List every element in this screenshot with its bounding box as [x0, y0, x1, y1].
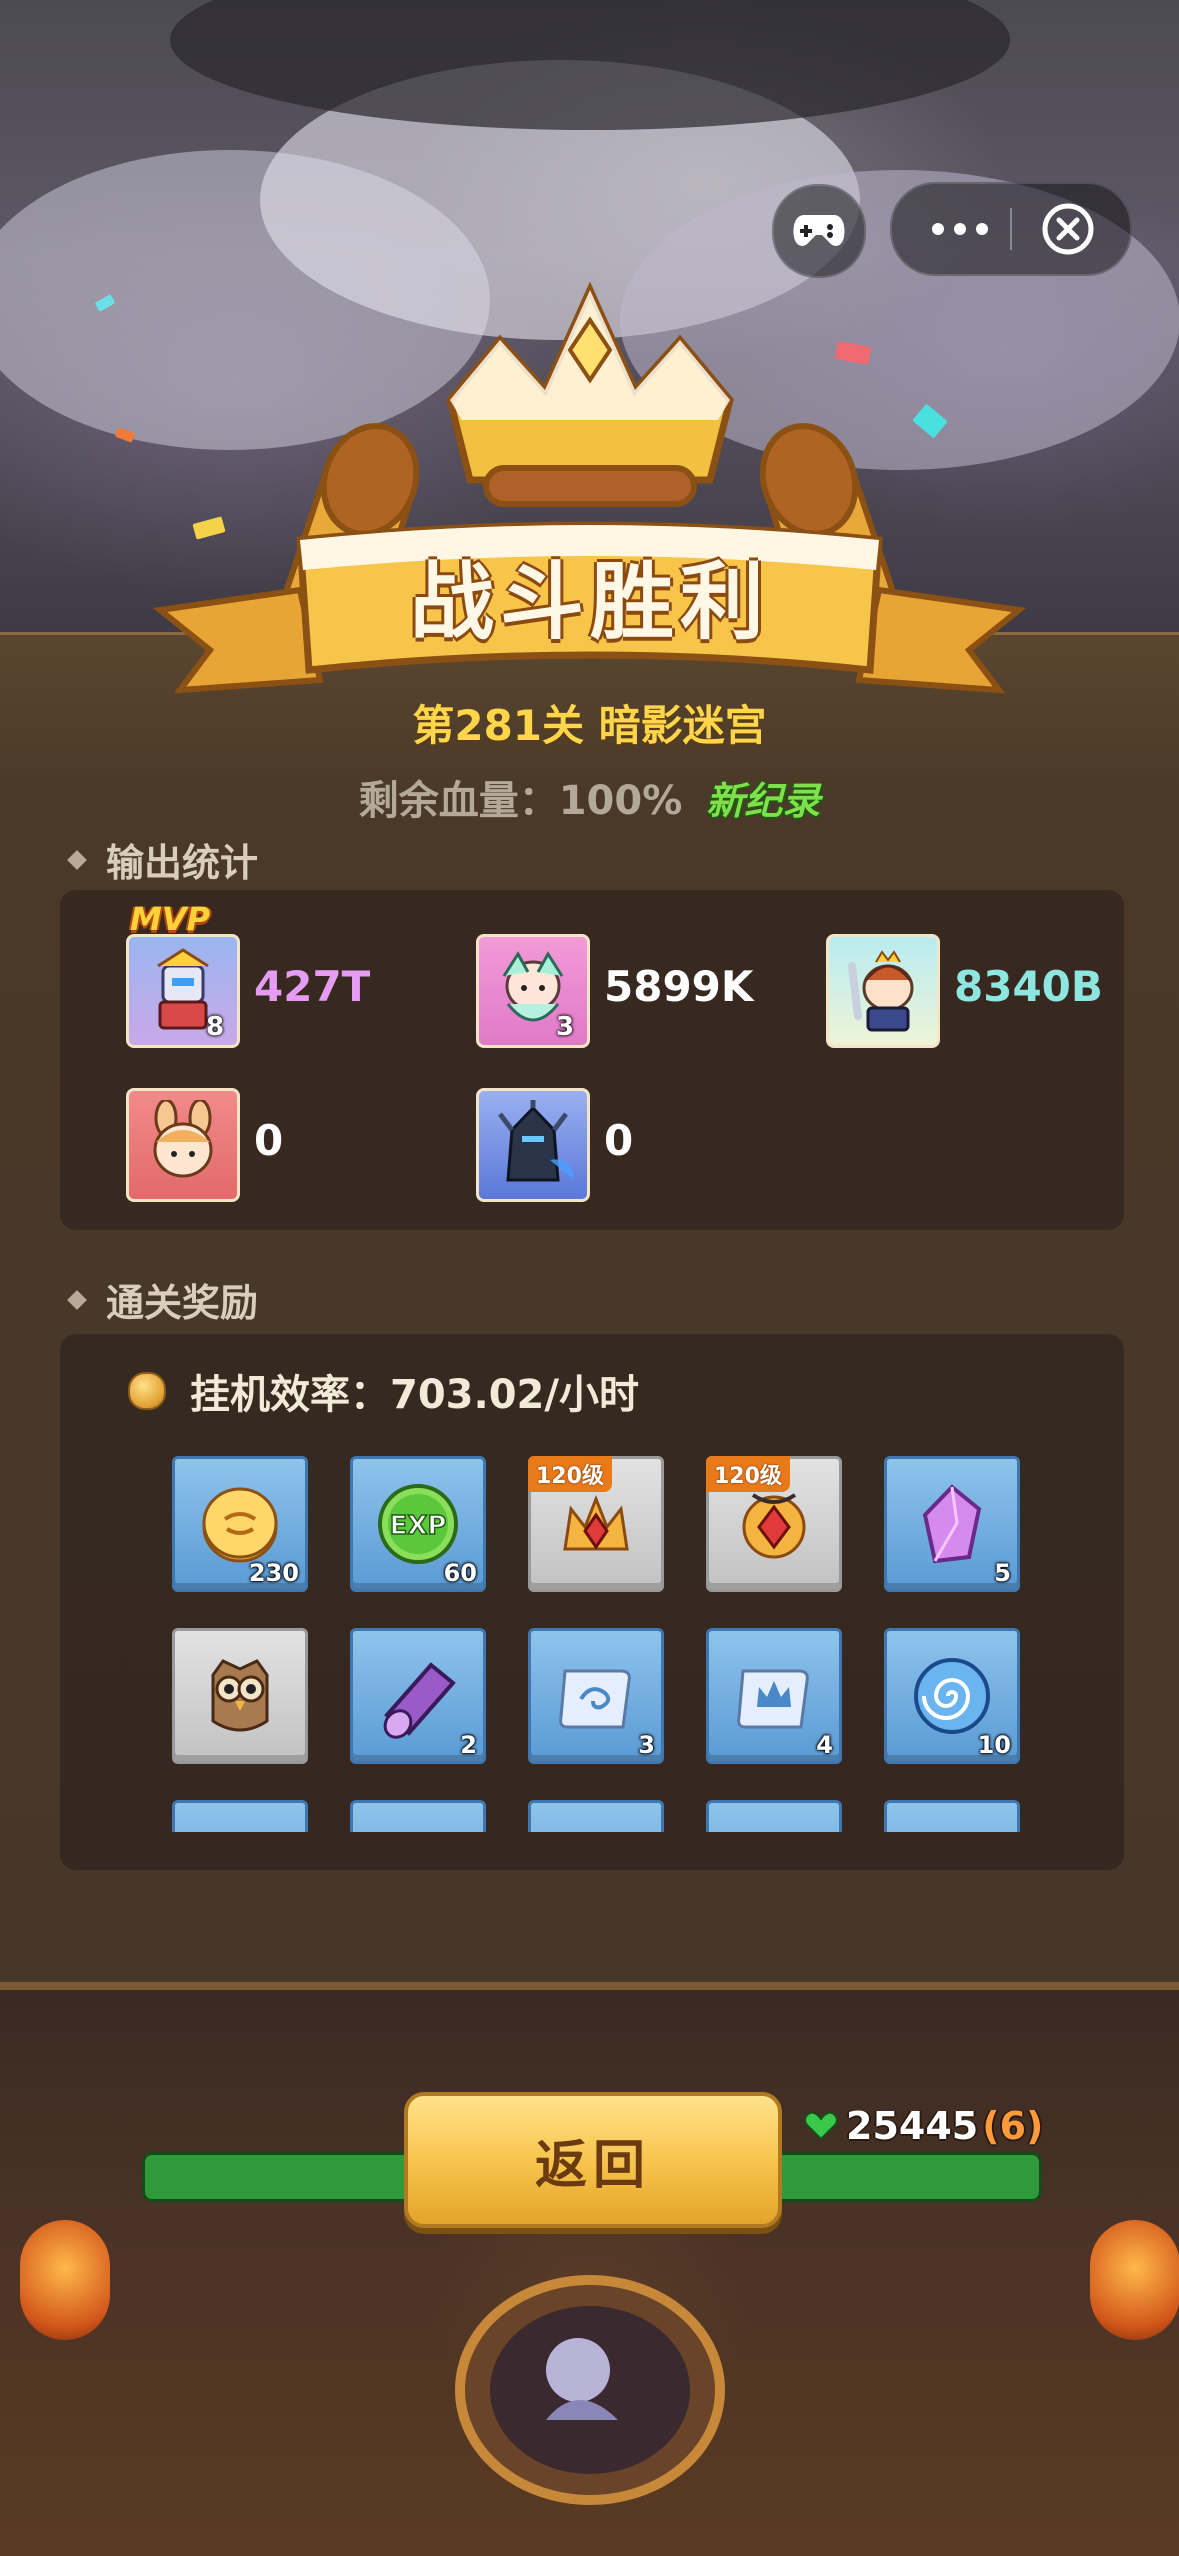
damage-section-header: 输出统计	[67, 832, 259, 887]
diamond-bullet-icon	[67, 849, 87, 870]
reward-items-grid[interactable]: 230 EXP 60 120级 120级 5 2 3 4 10	[150, 1440, 1050, 1832]
purple-crystal-icon	[922, 1484, 982, 1564]
panel-edge	[0, 1982, 1179, 1990]
hero-avatar-ring	[455, 2275, 725, 2505]
heart-icon	[804, 2111, 838, 2141]
reward-item[interactable]: 120级	[706, 1456, 842, 1592]
hp-bar	[142, 2152, 413, 2202]
victory-title: 战斗胜利	[409, 553, 770, 651]
base-hp-value: 25445	[846, 2104, 979, 2148]
hero-damage: 0	[604, 1116, 634, 1165]
reward-count: 5	[994, 1559, 1011, 1587]
hero-entry[interactable]: 8340B	[826, 934, 1179, 1054]
exp-orb-icon: EXP	[378, 1484, 458, 1564]
scroll-wind-icon	[559, 1669, 631, 1729]
stage-title: 第281关 暗影迷宫	[412, 701, 767, 750]
level-tag: 120级	[706, 1456, 790, 1492]
reward-item[interactable]	[884, 1800, 1020, 1832]
hero-portrait	[126, 1088, 240, 1202]
reward-item[interactable]: 230	[172, 1456, 308, 1592]
reward-item[interactable]: 10	[884, 1628, 1020, 1764]
reward-item[interactable]	[350, 1800, 486, 1832]
lantern-icon	[20, 2220, 110, 2340]
more-dots-icon	[932, 223, 988, 235]
reward-item[interactable]: 2	[350, 1628, 486, 1764]
gamepad-icon	[793, 215, 845, 246]
reward-count: 3	[638, 1731, 655, 1759]
capsule-divider	[1010, 208, 1012, 250]
back-button[interactable]: 返回	[404, 2092, 782, 2228]
reward-count: 60	[443, 1559, 477, 1587]
reward-count: 10	[977, 1731, 1011, 1759]
svg-text:EXP: EXP	[390, 1511, 447, 1541]
level-tag: 120级	[528, 1456, 612, 1492]
reward-item[interactable]: 3	[528, 1628, 664, 1764]
reward-item[interactable]	[706, 1800, 842, 1832]
new-record-badge: 新纪录	[706, 779, 821, 823]
hp-bar	[772, 2152, 1042, 2202]
close-button[interactable]	[1018, 184, 1118, 274]
gold-coin-icon	[128, 1372, 166, 1410]
rewards-section-header: 通关奖励	[67, 1272, 259, 1327]
hero-portrait	[476, 1088, 590, 1202]
owl-icon	[211, 1659, 269, 1732]
remaining-hp-label: 剩余血量：100%	[358, 778, 683, 824]
blue-swirl-icon	[914, 1658, 990, 1734]
knight-hero-icon	[848, 950, 914, 1032]
hero-damage: 5899K	[604, 962, 754, 1011]
reward-count: 4	[816, 1731, 833, 1759]
damage-section-title: 输出统计	[106, 841, 259, 885]
idle-efficiency-text: 挂机效率：703.02/小时	[190, 1372, 639, 1418]
crown-icon	[446, 281, 734, 507]
rewards-section-title: 通关奖励	[106, 1281, 259, 1325]
lantern-icon	[1090, 2220, 1179, 2340]
base-hp-display: 25445 (6)	[804, 2104, 1043, 2148]
reward-count: 230	[248, 1559, 299, 1587]
hero-damage: 427T	[254, 962, 371, 1011]
amulet-gear-icon	[742, 1493, 806, 1559]
hero-damage: 8340B	[954, 962, 1103, 1011]
more-button[interactable]	[912, 184, 1008, 274]
reward-item[interactable]	[172, 1800, 308, 1832]
close-circle-icon	[1042, 203, 1094, 255]
reward-item[interactable]: 5	[884, 1456, 1020, 1592]
scroll-crown-icon	[737, 1669, 809, 1729]
hero-entry[interactable]: 0	[476, 1088, 896, 1208]
gold-coin-icon	[202, 1487, 278, 1563]
hero-damage: 0	[254, 1116, 284, 1165]
reward-item[interactable]: 120级	[528, 1456, 664, 1592]
remaining-hp-row: 剩余血量：100% 新纪录	[0, 768, 1179, 826]
reward-count: 2	[460, 1731, 477, 1759]
mini-program-capsule	[890, 182, 1132, 276]
reward-item[interactable]: 4	[706, 1628, 842, 1764]
gamepad-button[interactable]	[772, 184, 866, 278]
hero-portrait	[826, 934, 940, 1048]
base-hp-sub: (6)	[982, 2104, 1044, 2148]
diamond-bullet-icon	[67, 1289, 87, 1310]
reward-item[interactable]	[172, 1628, 308, 1764]
bunny-girl-hero-icon	[153, 1100, 213, 1178]
reward-item[interactable]: EXP 60	[350, 1456, 486, 1592]
reward-item[interactable]	[528, 1800, 664, 1832]
mvp-badge: MVP	[130, 900, 211, 938]
crown-gear-icon	[563, 1494, 629, 1551]
dark-knight-hero-icon	[498, 1100, 574, 1182]
purple-log-icon	[383, 1662, 456, 1739]
idle-efficiency: 挂机效率：703.02/小时	[128, 1362, 639, 1420]
